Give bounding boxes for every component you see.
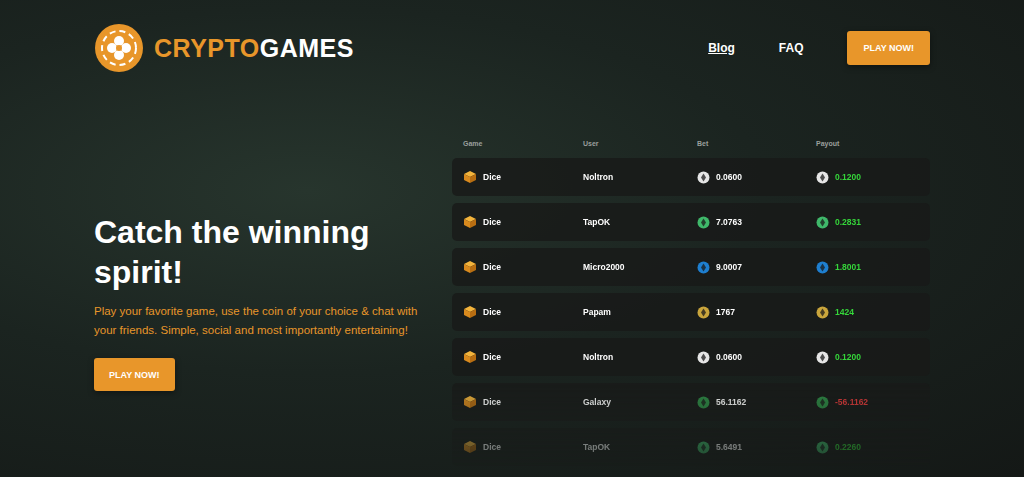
user-cell: Noltron (583, 352, 697, 362)
user-cell: TapOK (583, 442, 697, 452)
coin-icon (816, 351, 829, 364)
coin-icon (816, 396, 829, 409)
play-now-button[interactable]: PLAY NOW! (847, 31, 930, 65)
coin-icon (816, 171, 829, 184)
coin-icon (697, 396, 710, 409)
brand: CRYPTOGAMES (154, 34, 354, 63)
brand-second: GAMES (260, 34, 354, 62)
game-cell: Dice (463, 260, 583, 274)
game-cell: Dice (463, 350, 583, 364)
user-cell: TapOK (583, 217, 697, 227)
coin-icon (697, 441, 710, 454)
user-cell: Micro2000 (583, 262, 697, 272)
table-row[interactable]: DiceNoltron0.06000.1200 (452, 158, 930, 196)
game-cell: Dice (463, 440, 583, 454)
game-cell: Dice (463, 395, 583, 409)
coin-icon (697, 171, 710, 184)
coin-icon (697, 306, 710, 319)
dice-icon (463, 215, 477, 229)
user-cell: Papam (583, 307, 697, 317)
nav-link[interactable]: FAQ (779, 41, 804, 55)
hero-text: Play your favorite game, use the coin of… (94, 302, 424, 340)
payout-cell: 0.1200 (816, 351, 919, 364)
bet-cell: 9.0007 (697, 261, 816, 274)
coin-icon (816, 441, 829, 454)
dice-icon (463, 260, 477, 274)
game-cell: Dice (463, 215, 583, 229)
logo-icon (94, 23, 144, 73)
hero-play-button[interactable]: PLAY NOW! (94, 358, 175, 391)
payout-cell: 0.2831 (816, 216, 919, 229)
coin-icon (816, 216, 829, 229)
column-header: Game (463, 140, 583, 150)
bet-cell: 1767 (697, 306, 816, 319)
table-row[interactable]: DicePapam17671424 (452, 293, 930, 331)
hero-title: Catch the winning spirit! (94, 212, 424, 292)
user-cell: Noltron (583, 172, 697, 182)
table-row[interactable]: DiceMicro20009.00071.8001 (452, 248, 930, 286)
coin-icon (697, 351, 710, 364)
coin-icon (697, 261, 710, 274)
payout-cell: -56.1162 (816, 396, 919, 409)
dice-icon (463, 305, 477, 319)
table-row[interactable]: DiceTapOK5.64910.2260 (452, 428, 930, 466)
bet-cell: 56.1162 (697, 396, 816, 409)
table-header: GameUserBetPayout (452, 140, 930, 158)
payout-cell: 0.2260 (816, 441, 919, 454)
table-row[interactable]: DiceTapOK7.07630.2831 (452, 203, 930, 241)
main: Catch the winning spirit! Play your favor… (94, 74, 930, 477)
table-row[interactable]: DiceGalaxy56.1162-56.1162 (452, 383, 930, 421)
container: CRYPTOGAMESBlogFAQPLAY NOW!Catch the win… (94, 0, 930, 477)
nav-link[interactable]: Blog (708, 41, 735, 55)
coin-icon (816, 261, 829, 274)
coin-icon (697, 216, 710, 229)
header: CRYPTOGAMES Blog FAQ PLAY NOW! (94, 0, 930, 74)
bet-cell: 7.0763 (697, 216, 816, 229)
dice-icon (463, 395, 477, 409)
coin-icon (816, 306, 829, 319)
bet-cell: 0.0600 (697, 171, 816, 184)
page: CRYPTOGAMESBlogFAQPLAY NOW!Catch the win… (0, 0, 1024, 477)
payout-cell: 1424 (816, 306, 919, 319)
dice-icon (463, 440, 477, 454)
column-header: User (583, 140, 697, 150)
column-header: Payout (816, 140, 919, 150)
logo[interactable]: CRYPTOGAMES (94, 23, 354, 73)
payout-cell: 0.1200 (816, 171, 919, 184)
user-cell: Galaxy (583, 397, 697, 407)
column-header: Bet (697, 140, 816, 150)
nav: Blog FAQ PLAY NOW! (708, 31, 930, 65)
dice-icon (463, 350, 477, 364)
table-row[interactable]: DiceNoltron0.06000.1200 (452, 338, 930, 376)
table-rows: DiceNoltron0.06000.1200DiceTapOK7.07630.… (452, 158, 930, 477)
payout-cell: 1.8001 (816, 261, 919, 274)
bet-cell: 0.0600 (697, 351, 816, 364)
bet-cell: 5.6491 (697, 441, 816, 454)
bets-table: GameUserBetPayoutDiceNoltron0.06000.1200… (452, 140, 930, 477)
game-cell: Dice (463, 305, 583, 319)
hero: Catch the winning spirit! Play your favor… (94, 74, 424, 391)
game-cell: Dice (463, 170, 583, 184)
brand-first: CRYPTO (154, 34, 260, 62)
dice-icon (463, 170, 477, 184)
